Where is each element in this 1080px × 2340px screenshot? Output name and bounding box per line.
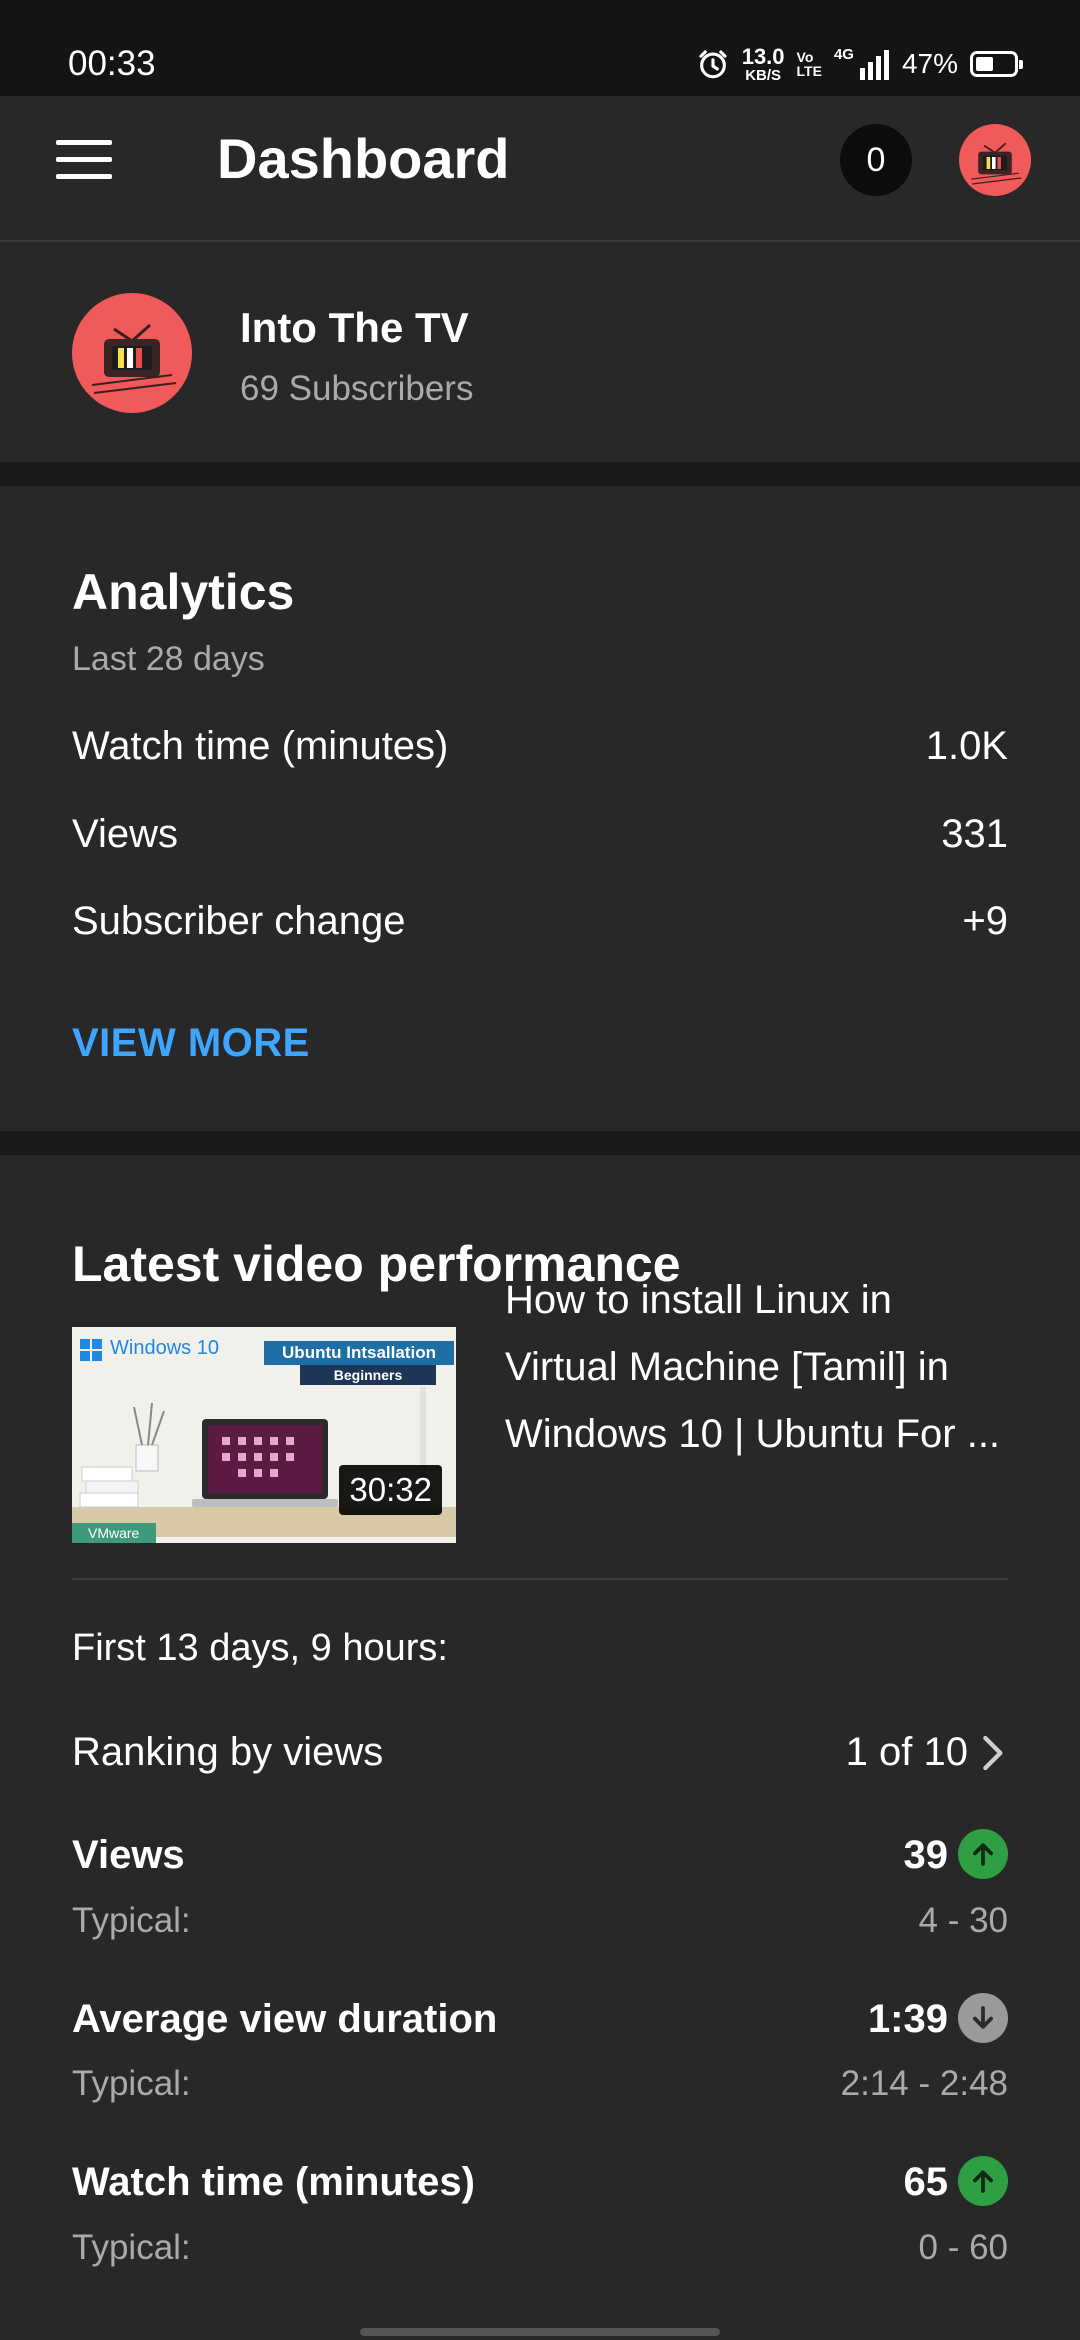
channel-avatar (72, 293, 192, 413)
app-bar: Dashboard 0 (0, 96, 1080, 242)
channel-card[interactable]: Into The TV 69 Subscribers (0, 244, 1080, 462)
typical-label: Typical: (72, 2228, 191, 2267)
battery-icon (970, 51, 1023, 77)
typical-value: 2:14 - 2:48 (840, 2064, 1008, 2103)
metric-label: Views (72, 1833, 185, 1877)
volte-indicator: Vo LTE (797, 50, 822, 78)
arrow-down-icon (958, 1993, 1008, 2043)
analytics-period: Last 28 days (72, 640, 265, 678)
metric-label: Average view duration (72, 1997, 498, 2041)
chevron-right-icon[interactable] (972, 1733, 1012, 1773)
thumb-tag-line1: Ubuntu Intsallation (264, 1341, 454, 1365)
typical-label: Typical: (72, 1901, 191, 1940)
video-title-line: Windows 10 | Ubuntu For ... (505, 1412, 1001, 1456)
video-thumbnail[interactable]: Windows 10 Ubuntu Intsallation Beginners… (72, 1327, 456, 1543)
section-separator (0, 1131, 1080, 1155)
network-type: 4G (833, 46, 854, 63)
ranking-value[interactable]: 1 of 10 (846, 1730, 968, 1775)
windows-logo-icon (80, 1339, 102, 1361)
arrow-up-icon (958, 1829, 1008, 1879)
arrow-up-icon (958, 2156, 1008, 2206)
latest-video-card: Latest video performance Windows 10 Ubun… (0, 1155, 1080, 2340)
net-speed-value: 13.0 (741, 43, 785, 69)
typical-value: 0 - 60 (918, 2228, 1009, 2267)
alarm-clock-icon (699, 50, 727, 79)
analytics-row-value: 331 (941, 812, 1008, 856)
metric-value: 39 (903, 1833, 949, 1877)
signal-bars-icon (859, 50, 889, 80)
volte-top: Vo (796, 49, 814, 65)
status-time: 00:33 (68, 44, 156, 83)
net-speed-unit: KB/S (745, 66, 782, 84)
net-speed: 13.0 KB/S (741, 43, 785, 84)
status-icons: 13.0 KB/S Vo LTE 4G 47% (696, 43, 1023, 84)
metric-value: 65 (903, 2160, 949, 2204)
video-title-line: How to install Linux in (505, 1278, 892, 1322)
video-title-line: Virtual Machine [Tamil] in (505, 1345, 949, 1389)
status-bar: 00:33 13.0 KB/S Vo LTE 4G 47% (0, 0, 1080, 96)
video-title[interactable]: How to install Linux in Virtual Machine … (505, 1267, 1015, 1468)
channel-subscribers: 69 Subscribers (240, 369, 474, 408)
view-more-button[interactable]: VIEW MORE (72, 1021, 310, 1066)
divider (72, 1578, 1008, 1580)
metric-label: Watch time (minutes) (72, 2160, 475, 2204)
section-separator (0, 462, 1080, 486)
volte-bottom: LTE (796, 63, 822, 79)
page-title: Dashboard (217, 127, 510, 190)
ranking-label[interactable]: Ranking by views (72, 1730, 383, 1775)
battery-fill (976, 57, 993, 71)
battery-percent: 47% (901, 48, 958, 79)
analytics-row-value: +9 (962, 899, 1008, 943)
analytics-row-value: 1.0K (925, 724, 1008, 768)
video-duration-badge: 30:32 (339, 1465, 442, 1515)
home-indicator[interactable] (360, 2328, 720, 2336)
thumb-tag-line2: Beginners (300, 1365, 436, 1385)
analytics-row-label: Watch time (minutes) (72, 724, 449, 768)
typical-label: Typical: (72, 2064, 191, 2103)
thumb-corner-tag: VMware (72, 1523, 156, 1543)
notification-count-button[interactable]: 0 (840, 124, 912, 196)
account-avatar[interactable] (959, 124, 1031, 196)
channel-name: Into The TV (240, 304, 469, 351)
typical-value: 4 - 30 (918, 1901, 1009, 1940)
analytics-row-label: Subscriber change (72, 899, 406, 943)
analytics-title: Analytics (72, 564, 295, 620)
thumb-brand-text: Windows 10 (110, 1337, 219, 1359)
metric-value: 1:39 (867, 1997, 948, 2041)
hamburger-menu-icon[interactable] (56, 140, 112, 180)
performance-period: First 13 days, 9 hours: (72, 1627, 448, 1669)
analytics-card: Analytics Last 28 days Watch time (minut… (0, 486, 1080, 1131)
analytics-row-label: Views (72, 812, 178, 856)
